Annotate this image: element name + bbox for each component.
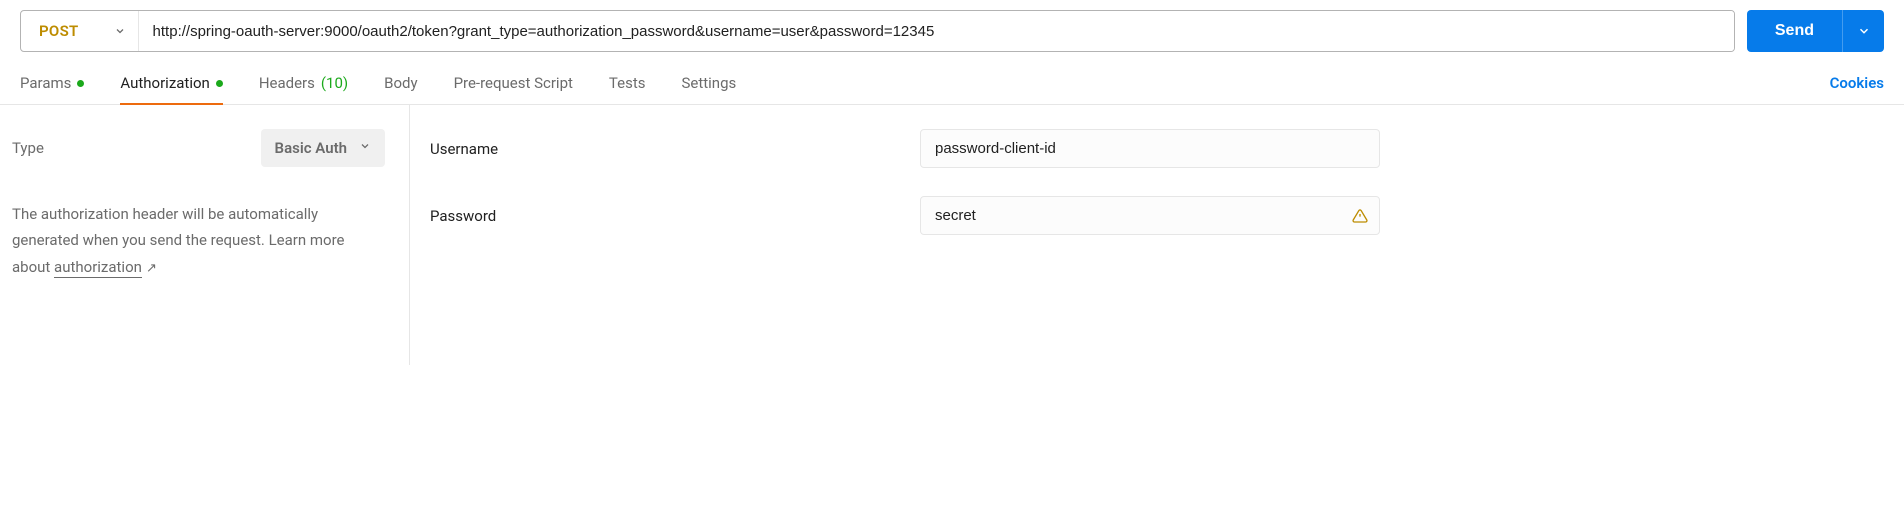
send-more-button[interactable]	[1842, 10, 1884, 52]
request-bar: POST Send	[0, 0, 1904, 64]
chevron-down-icon	[114, 25, 126, 37]
body-area: Type Basic Auth The authorization header…	[0, 105, 1904, 365]
password-input-wrap	[920, 196, 1380, 235]
tabs-row: Params Authorization Headers (10) Body P…	[0, 64, 1904, 105]
tab-label: Tests	[609, 74, 646, 92]
password-label: Password	[430, 207, 920, 225]
type-label: Type	[12, 139, 44, 157]
auth-type-value: Basic Auth	[275, 139, 347, 157]
auth-form: Username Password	[410, 105, 1904, 365]
auth-type-select[interactable]: Basic Auth	[261, 129, 385, 167]
auth-sidebar: Type Basic Auth The authorization header…	[0, 105, 410, 365]
send-button-group: Send	[1747, 10, 1884, 52]
chevron-down-icon	[359, 140, 371, 156]
dot-icon	[77, 80, 84, 87]
tab-label: Body	[384, 74, 417, 92]
username-input-wrap	[920, 129, 1380, 168]
tab-params[interactable]: Params	[20, 64, 102, 104]
tab-settings[interactable]: Settings	[663, 64, 754, 104]
type-row: Type Basic Auth	[2, 129, 385, 167]
cookies-link[interactable]: Cookies	[1830, 64, 1884, 104]
tab-prerequest[interactable]: Pre-request Script	[436, 64, 591, 104]
tab-label: Authorization	[120, 74, 209, 92]
password-input[interactable]	[920, 196, 1380, 235]
tab-headers[interactable]: Headers (10)	[241, 64, 366, 104]
tab-label: Params	[20, 74, 71, 92]
tab-authorization[interactable]: Authorization	[102, 64, 240, 104]
tab-label: Settings	[681, 74, 736, 92]
method-select[interactable]: POST	[21, 11, 139, 51]
tabs: Params Authorization Headers (10) Body P…	[20, 64, 754, 104]
method-text: POST	[39, 22, 79, 40]
authorization-link[interactable]: authorization	[54, 258, 142, 278]
headers-count: (10)	[321, 74, 348, 92]
dot-icon	[216, 80, 223, 87]
url-input[interactable]	[139, 11, 1734, 51]
tab-label: Pre-request Script	[454, 74, 573, 92]
send-button[interactable]: Send	[1747, 10, 1842, 52]
external-link-icon: ↗	[146, 261, 157, 276]
tab-body[interactable]: Body	[366, 64, 435, 104]
username-input[interactable]	[920, 129, 1380, 168]
tab-label: Headers	[259, 74, 315, 92]
username-label: Username	[430, 140, 920, 158]
warning-icon	[1352, 208, 1368, 224]
tab-tests[interactable]: Tests	[591, 64, 664, 104]
password-row: Password	[430, 196, 1880, 235]
username-row: Username	[430, 129, 1880, 168]
auth-description: The authorization header will be automat…	[2, 201, 385, 280]
url-container: POST	[20, 10, 1735, 52]
